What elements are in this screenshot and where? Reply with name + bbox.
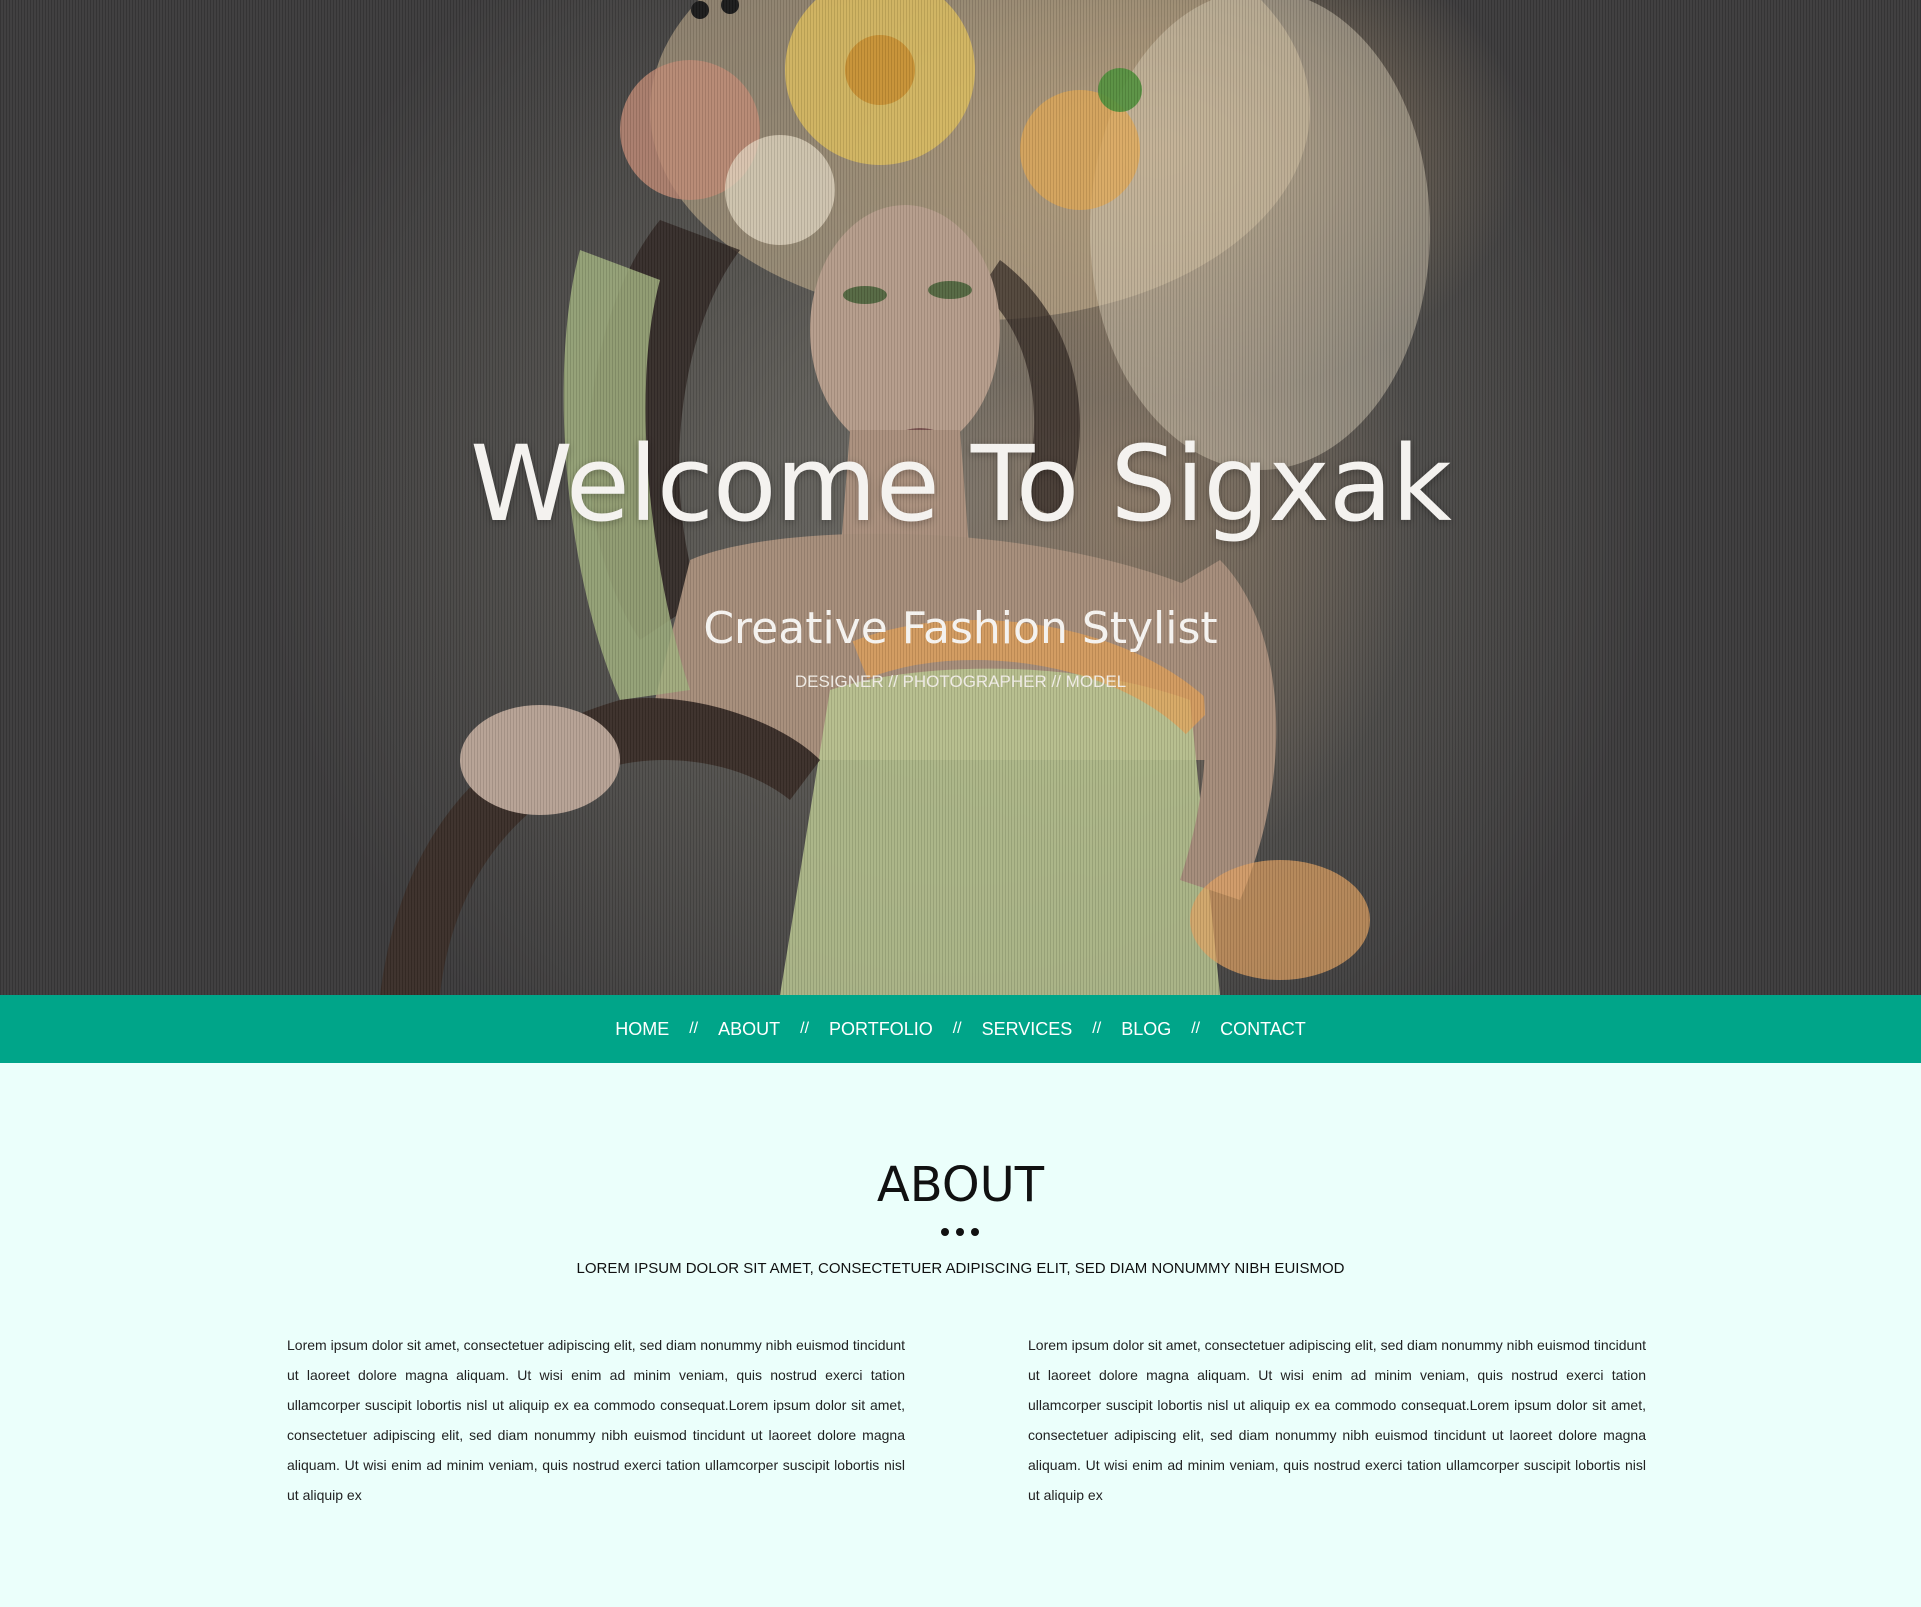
hero-banner: Welcome To Sigxak Creative Fashion Styli…	[0, 0, 1921, 995]
divider-dot	[941, 1228, 949, 1236]
about-text-left: Lorem ipsum dolor sit amet, consectetuer…	[287, 1337, 905, 1503]
nav-separator: //	[689, 1020, 699, 1037]
about-text-right: Lorem ipsum dolor sit amet, consectetuer…	[1028, 1337, 1646, 1503]
nav-item-about[interactable]: ABOUT	[718, 1020, 780, 1038]
nav-separator: //	[800, 1020, 810, 1037]
about-heading: ABOUT	[876, 1157, 1045, 1213]
nav-item-blog[interactable]: BLOG	[1121, 1020, 1171, 1038]
nav-item-home[interactable]: HOME	[615, 1020, 669, 1038]
nav-separator: //	[1092, 1020, 1102, 1037]
hero-title: Welcome To Sigxak	[470, 423, 1452, 545]
nav-item-contact[interactable]: CONTACT	[1220, 1020, 1306, 1038]
main-navigation: HOME // ABOUT // PORTFOLIO // SERVICES /…	[0, 995, 1921, 1063]
nav-item-services[interactable]: SERVICES	[982, 1020, 1073, 1038]
hero-content: Welcome To Sigxak Creative Fashion Styli…	[0, 0, 1921, 995]
nav-separator: //	[952, 1020, 962, 1037]
nav-item-portfolio[interactable]: PORTFOLIO	[829, 1020, 933, 1038]
nav-separator: //	[1191, 1020, 1201, 1037]
divider-dot	[956, 1228, 964, 1236]
divider-dot	[971, 1228, 979, 1236]
hero-subtitle: Creative Fashion Stylist	[703, 603, 1218, 654]
hero-roles: DESIGNER // PHOTOGRAPHER // MODEL	[794, 672, 1127, 691]
heading-divider-dots	[941, 1228, 979, 1236]
about-tagline: LOREM IPSUM DOLOR SIT AMET, CONSECTETUER…	[576, 1260, 1345, 1277]
about-section: ABOUT LOREM IPSUM DOLOR SIT AMET, CONSEC…	[0, 1063, 1921, 1607]
